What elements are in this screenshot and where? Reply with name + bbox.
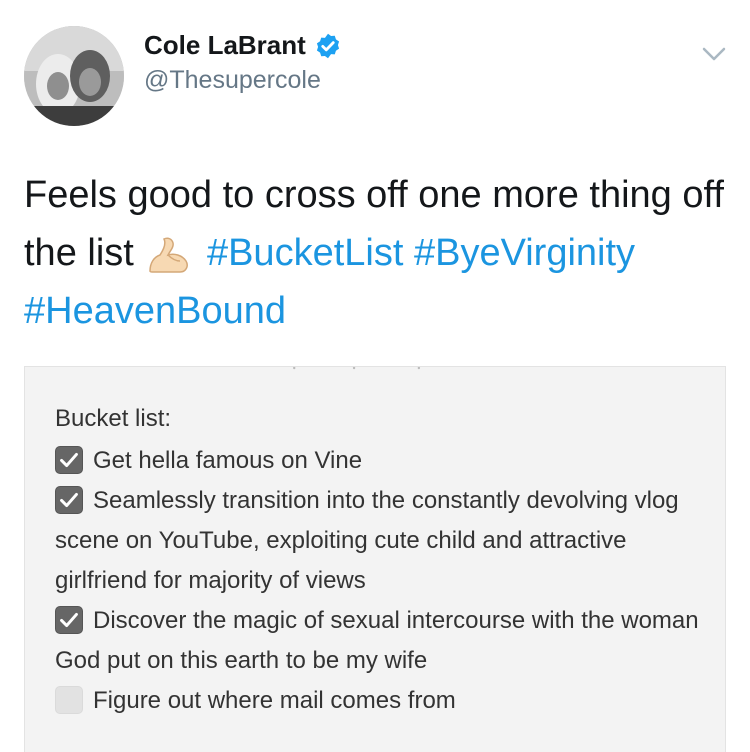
handle[interactable]: @Thesupercole (144, 66, 321, 95)
list-item: Discover the magic of sexual intercourse… (55, 601, 715, 681)
note-title: Bucket list: (55, 405, 172, 432)
display-name[interactable]: Cole LaBrant (144, 30, 306, 61)
attached-image[interactable]: Bucket list: Get hella famous on Vine Se… (24, 366, 726, 752)
author-row: Cole LaBrant (144, 30, 342, 61)
list-item-text: Seamlessly transition into the constantl… (55, 487, 679, 594)
list-item: Seamlessly transition into the constantl… (55, 481, 715, 601)
avatar[interactable] (24, 26, 124, 126)
cropped-text-remnant (293, 367, 421, 370)
list-item-text: Figure out where mail comes from (93, 687, 456, 714)
checkbox-checked-icon (55, 446, 83, 474)
chevron-down-icon[interactable] (700, 44, 728, 64)
checkbox-checked-icon (55, 606, 83, 634)
avatar-photo (24, 26, 124, 126)
checkbox-checked-icon (55, 486, 83, 514)
checkbox-unchecked-icon (55, 686, 83, 714)
list-item-text: Get hella famous on Vine (93, 447, 363, 474)
list-item: Get hella famous on Vine (55, 441, 715, 481)
bucket-list-note: Bucket list: Get hella famous on Vine Se… (55, 399, 715, 721)
verified-badge-icon (316, 33, 339, 58)
list-item-text: Discover the magic of sexual intercourse… (55, 607, 699, 674)
tweet-text: Feels good to cross off one more thing o… (24, 166, 734, 340)
flexed-biceps-icon (149, 237, 189, 273)
hashtag-bucketlist[interactable]: #BucketList (207, 232, 403, 274)
list-item: Figure out where mail comes from (55, 681, 715, 721)
hashtag-heavenbound[interactable]: #HeavenBound (24, 290, 286, 332)
hashtag-byevirginity[interactable]: #ByeVirginity (414, 232, 635, 274)
